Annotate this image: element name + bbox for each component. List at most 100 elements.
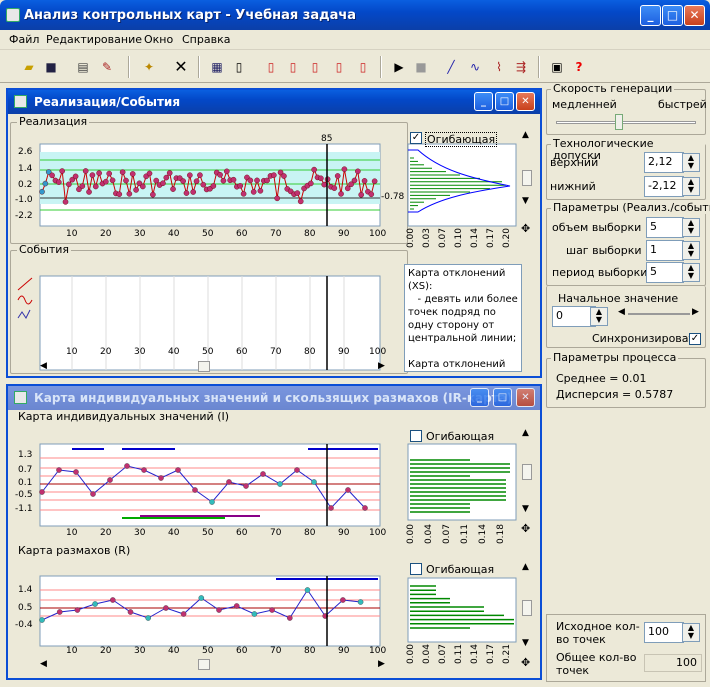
wave-icon: [17, 295, 33, 305]
data-point: [163, 174, 170, 181]
speed-group: Скорость генерации: [546, 83, 706, 135]
scroll-down-icon[interactable]: ▼: [522, 638, 529, 648]
data-point: [247, 177, 254, 184]
scroll-thumb[interactable]: [522, 600, 532, 616]
data-point: [190, 189, 196, 195]
sample-size-input[interactable]: 5: [646, 217, 684, 238]
upper-tolerance-input[interactable]: 2,12: [644, 152, 684, 173]
data-point: [129, 171, 136, 177]
data-point: [318, 175, 324, 182]
move-icon[interactable]: ✥: [521, 222, 530, 235]
scroll-thumb[interactable]: [522, 170, 532, 186]
envelope-checkbox-3[interactable]: [410, 563, 422, 575]
scroll-down-icon[interactable]: ▼: [522, 504, 529, 514]
envelope-checkbox-1[interactable]: ✓: [410, 132, 422, 144]
data-point: [66, 181, 72, 188]
upper-label: верхний: [550, 156, 599, 169]
data-point: [264, 177, 270, 184]
scroll-thumb[interactable]: [198, 361, 210, 372]
data-point: [257, 187, 264, 194]
data-point: [62, 199, 69, 205]
data-point: [321, 181, 328, 188]
data-point: [371, 178, 378, 184]
scroll-thumb[interactable]: [198, 659, 210, 670]
data-point: [220, 177, 227, 184]
envelope-label-2: Огибающая: [426, 430, 495, 443]
scroll-down-icon[interactable]: ▼: [522, 196, 529, 206]
step-spin-icon[interactable]: ▲ ▼: [682, 241, 700, 260]
init-slider-left-icon[interactable]: ◀: [618, 307, 625, 317]
hist-scrollbar-3[interactable]: ▲ ▼ ✥: [520, 562, 534, 670]
data-point: [92, 183, 99, 190]
data-point: [217, 172, 223, 178]
lower-tolerance-input[interactable]: -2,12: [644, 176, 684, 197]
init-label: Начальное значение: [558, 292, 679, 305]
data-point: [96, 170, 102, 176]
init-spin-icon[interactable]: ▲ ▼: [590, 307, 608, 326]
range-label: Карта размахов (R): [16, 544, 133, 557]
dispersion-value: Дисперсия = 0.5787: [556, 388, 674, 401]
events-text: Карта отклонений (XS): - девять или боле…: [404, 264, 522, 372]
scroll-right-icon[interactable]: ▶: [378, 659, 385, 669]
cursor-value: 85: [321, 134, 333, 144]
init-slider-track[interactable]: [628, 313, 690, 315]
data-point: [210, 183, 217, 189]
scroll-right-icon[interactable]: ▶: [378, 361, 385, 371]
data-point: [106, 170, 112, 177]
data-point: [297, 198, 304, 205]
data-point: [250, 189, 257, 195]
events-hscroll[interactable]: ◀ ▶: [40, 360, 390, 374]
source-points-input[interactable]: 100: [644, 622, 684, 643]
sync-label: Синхронизировать: [592, 332, 702, 345]
hist-scrollbar-2[interactable]: ▲ ▼ ✥: [520, 428, 534, 538]
lower-spin-icon[interactable]: ▲ ▼: [682, 177, 700, 196]
data-point: [355, 168, 361, 175]
scroll-up-icon[interactable]: ▲: [522, 428, 529, 438]
move-icon[interactable]: ✥: [521, 656, 530, 669]
move-icon[interactable]: ✥: [521, 522, 530, 535]
scroll-up-icon[interactable]: ▲: [522, 562, 529, 572]
data-point: [187, 172, 193, 179]
trend-icon: [17, 277, 33, 291]
data-point: [59, 168, 65, 174]
period-input[interactable]: 5: [646, 262, 684, 283]
step-icon: [17, 309, 31, 319]
data-point: [166, 170, 173, 176]
speed-fast-label: быстрей: [658, 98, 707, 111]
data-point: [79, 183, 86, 189]
data-point: [109, 177, 116, 184]
data-point: [311, 166, 317, 173]
ir-hscroll[interactable]: ◀ ▶: [40, 658, 390, 672]
data-point: [153, 177, 160, 184]
right-value: -0.78: [381, 192, 405, 202]
data-point: [42, 180, 49, 187]
data-point: [341, 166, 348, 172]
params-label: Параметры (Реализ./события): [551, 202, 710, 214]
data-point: [281, 173, 287, 179]
scroll-thumb[interactable]: [522, 464, 532, 480]
mean-value: Среднее = 0.01: [556, 372, 647, 385]
process-label: Параметры процесса: [551, 351, 679, 364]
sync-checkbox[interactable]: ✓: [689, 333, 701, 345]
speed-slider-thumb[interactable]: [615, 114, 623, 130]
speed-slider-track[interactable]: [556, 121, 696, 124]
data-point: [200, 181, 207, 188]
envelope-checkbox-2[interactable]: [410, 430, 422, 442]
envelope-label-1: Огибающая: [425, 132, 498, 147]
scroll-left-icon[interactable]: ◀: [40, 361, 47, 371]
data-point: [89, 172, 96, 178]
period-spin-icon[interactable]: ▲ ▼: [682, 263, 700, 282]
scroll-up-icon[interactable]: ▲: [522, 130, 529, 140]
hist-scrollbar-1[interactable]: ▲ ▼ ✥: [520, 130, 534, 238]
sample-size-label: объем выборки: [552, 221, 642, 234]
data-point: [123, 177, 129, 184]
step-input[interactable]: 1: [646, 240, 684, 261]
source-points-spin-icon[interactable]: ▲ ▼: [682, 623, 700, 642]
data-point: [274, 195, 281, 202]
scroll-left-icon[interactable]: ◀: [40, 659, 47, 669]
upper-spin-icon[interactable]: ▲ ▼: [682, 153, 700, 172]
sample-size-spin-icon[interactable]: ▲ ▼: [682, 218, 700, 237]
data-point: [338, 191, 344, 197]
data-point: [86, 189, 92, 195]
init-slider-right-icon[interactable]: ▶: [692, 307, 699, 317]
